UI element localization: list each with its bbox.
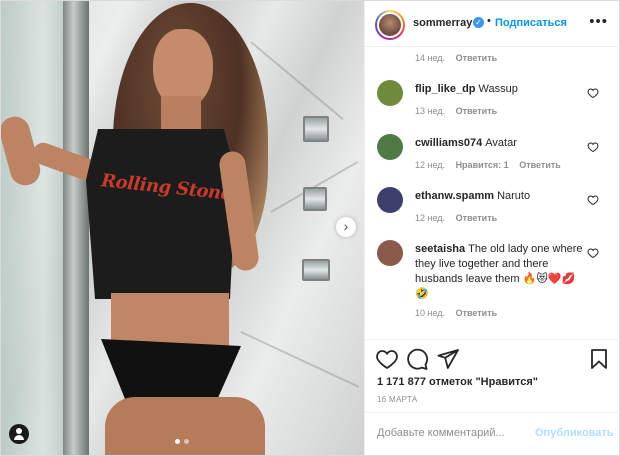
comment-avatar[interactable]: [377, 134, 403, 160]
comment-username[interactable]: cwilliams074: [415, 137, 482, 149]
reply-button[interactable]: Ответить: [519, 160, 561, 170]
comment-meta: 12 нед. Ответить: [415, 213, 497, 223]
black-tshirt: [86, 129, 236, 299]
comment-text: flip_like_dp Wassup: [415, 83, 518, 95]
comment-time: 10 нед.: [415, 308, 446, 318]
username-link[interactable]: sommerray: [413, 17, 472, 29]
shower-fixture: [303, 116, 329, 142]
shower-fixture: [302, 259, 330, 281]
comment-text: ethanw.spamm Naruto: [415, 190, 531, 202]
comment-time: 12 нед.: [415, 213, 446, 223]
comment-likes[interactable]: Нравится: 1: [456, 160, 509, 170]
follow-button[interactable]: Подписаться: [495, 17, 567, 29]
comment-bubble-icon[interactable]: [405, 347, 429, 371]
like-comment-heart-icon[interactable]: [587, 87, 599, 99]
share-paper-plane-icon[interactable]: [436, 347, 460, 371]
like-comment-heart-icon[interactable]: [587, 194, 599, 206]
post-date: 16 МАРТА: [377, 395, 418, 404]
comment-meta: 13 нед. Ответить: [415, 106, 497, 116]
post-photo[interactable]: Rolling Stone: [1, 1, 364, 455]
shower-fixture: [303, 187, 327, 211]
divider: [365, 339, 620, 340]
legs: [105, 397, 265, 455]
carousel-dot-active: [175, 439, 180, 444]
verified-badge-icon: ✓: [473, 17, 484, 28]
comment-avatar[interactable]: [377, 80, 403, 106]
comment-text: cwilliams074 Avatar: [415, 137, 517, 149]
post-sidebar: sommerray ✓ • Подписаться ••• 14 нед. От…: [364, 1, 620, 455]
comment-meta: 12 нед. Нравится: 1 Ответить: [415, 160, 561, 170]
publish-button[interactable]: Опубликовать: [535, 427, 614, 439]
like-comment-heart-icon[interactable]: [587, 141, 599, 153]
comment-time: 14 нед.: [415, 53, 446, 63]
comments-list[interactable]: 14 нед. Ответить flip_like_dp Wassup 13 н…: [365, 47, 620, 339]
like-comment-heart-icon[interactable]: [587, 247, 599, 259]
carousel-indicator: [175, 439, 189, 444]
comment-meta: 14 нед. Ответить: [415, 53, 497, 63]
save-bookmark-icon[interactable]: [587, 347, 611, 371]
shower-frame: [63, 1, 89, 455]
reply-button[interactable]: Ответить: [456, 106, 498, 116]
post-header: sommerray ✓ • Подписаться •••: [365, 1, 620, 47]
comment-username[interactable]: flip_like_dp: [415, 83, 476, 95]
add-comment-input[interactable]: [377, 422, 527, 444]
comment-avatar[interactable]: [377, 240, 403, 266]
action-bar: [365, 345, 620, 373]
divider: [365, 412, 620, 413]
comment-username[interactable]: ethanw.spamm: [415, 190, 494, 202]
reply-button[interactable]: Ответить: [456, 308, 498, 318]
reply-button[interactable]: Ответить: [456, 53, 498, 63]
comment-time: 12 нед.: [415, 160, 446, 170]
comment-text: seetaisha The old lady one where they liv…: [415, 243, 583, 300]
carousel-dot: [184, 439, 189, 444]
carousel-next-button[interactable]: ›: [336, 217, 356, 237]
reply-button[interactable]: Ответить: [456, 213, 498, 223]
marble-vein: [240, 331, 360, 388]
instagram-post: Rolling Stone › sommerray ✓ • Подписатьс…: [0, 0, 620, 456]
separator-dot: •: [487, 15, 491, 27]
avatar[interactable]: [375, 10, 405, 40]
like-heart-icon[interactable]: [375, 347, 399, 371]
more-options-icon[interactable]: •••: [589, 13, 608, 30]
comment-username[interactable]: seetaisha: [415, 243, 465, 255]
comment-time: 13 нед.: [415, 106, 446, 116]
user-tag-icon[interactable]: [9, 424, 29, 444]
comment-meta: 10 нед. Ответить: [415, 308, 497, 318]
likes-count[interactable]: 1 171 877 отметок "Нравится": [377, 376, 538, 388]
comment-avatar[interactable]: [377, 187, 403, 213]
